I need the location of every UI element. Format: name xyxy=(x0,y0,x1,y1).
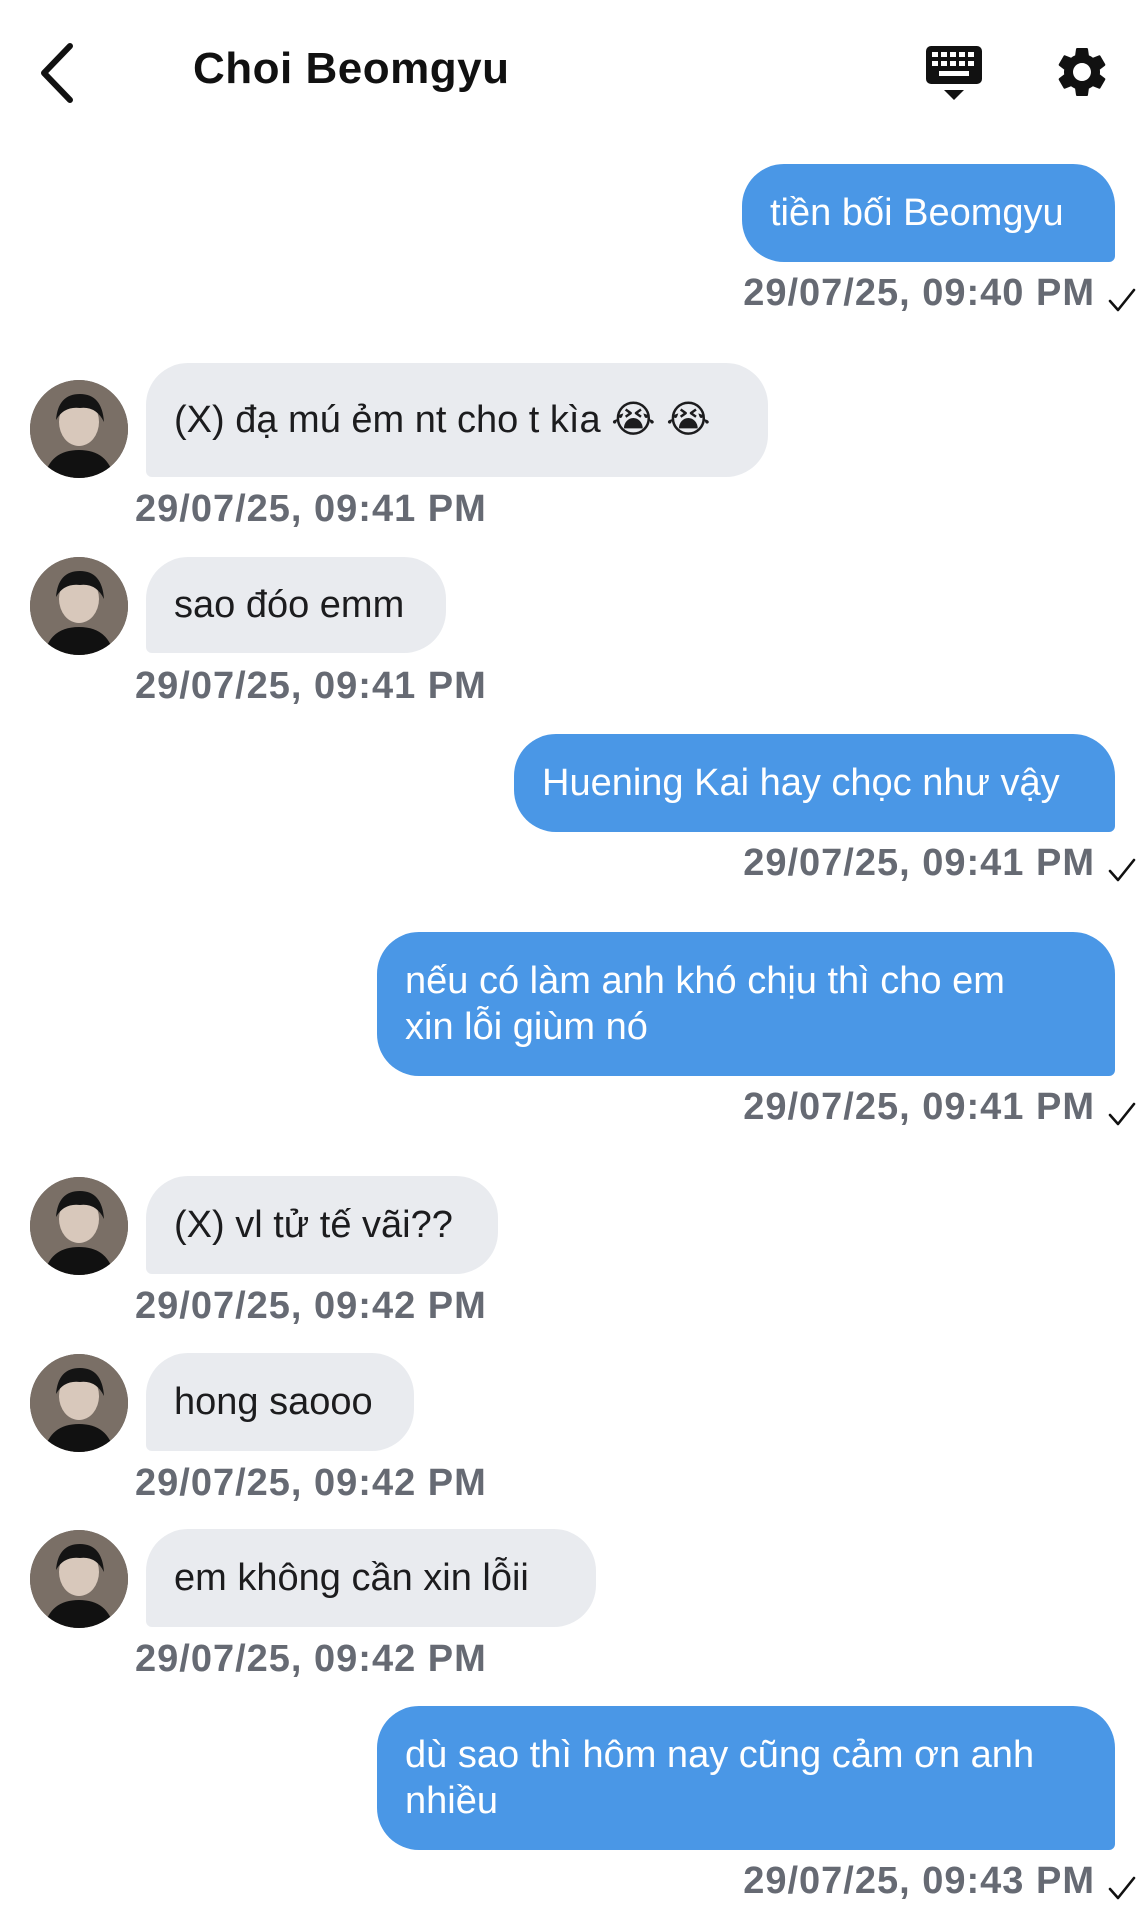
message-list: tiền bối Beomgyu 29/07/25, 09:40 PM (X) … xyxy=(0,0,1147,1920)
message-text: em không cần xin lỗii xyxy=(174,1557,529,1599)
message-text: (X) vl tử tế vãi?? xyxy=(174,1204,453,1246)
timestamp-text: 29/07/25, 09:41 PM xyxy=(135,665,487,707)
read-check-icon xyxy=(1108,288,1136,312)
message-timestamp: 29/07/25, 09:41 PM xyxy=(743,842,1095,885)
read-check-icon xyxy=(1108,858,1136,882)
outgoing-message-bubble[interactable]: Huening Kai hay chọc như vậy xyxy=(514,734,1115,832)
message-text: sao đóo emm xyxy=(174,584,405,626)
message-timestamp: 29/07/25, 09:42 PM xyxy=(135,1462,487,1505)
timestamp-text: 29/07/25, 09:43 PM xyxy=(743,1860,1095,1902)
timestamp-text: 29/07/25, 09:42 PM xyxy=(135,1285,487,1327)
avatar-image xyxy=(30,1530,128,1628)
message-timestamp: 29/07/25, 09:41 PM xyxy=(135,665,487,708)
incoming-message-bubble[interactable]: sao đóo emm xyxy=(146,557,446,653)
message-text: tiền bối Beomgyu xyxy=(770,192,1064,234)
incoming-message-bubble[interactable]: hong saooo xyxy=(146,1353,414,1451)
avatar-image xyxy=(30,1354,128,1452)
outgoing-message-bubble[interactable]: tiền bối Beomgyu xyxy=(742,164,1115,262)
avatar-image xyxy=(30,557,128,655)
outgoing-message-bubble[interactable]: nếu có làm anh khó chịu thì cho em xin l… xyxy=(377,932,1115,1076)
timestamp-text: 29/07/25, 09:42 PM xyxy=(135,1638,487,1680)
message-timestamp: 29/07/25, 09:42 PM xyxy=(135,1638,487,1681)
avatar[interactable] xyxy=(30,1177,128,1275)
read-check-icon xyxy=(1108,1102,1136,1126)
timestamp-text: 29/07/25, 09:42 PM xyxy=(135,1462,487,1504)
message-text: Huening Kai hay chọc như vậy xyxy=(542,762,1060,804)
message-text: dù sao thì hôm nay cũng cảm ơn anh nhiều xyxy=(405,1734,1035,1822)
message-timestamp: 29/07/25, 09:40 PM xyxy=(743,272,1095,315)
avatar-image xyxy=(30,1177,128,1275)
avatar[interactable] xyxy=(30,1354,128,1452)
message-timestamp: 29/07/25, 09:41 PM xyxy=(135,488,487,531)
incoming-message-bubble[interactable]: em không cần xin lỗii xyxy=(146,1529,596,1627)
incoming-message-bubble[interactable]: (X) đạ mú ẻm nt cho t kìa 😭 😭 xyxy=(146,363,768,477)
message-timestamp: 29/07/25, 09:41 PM xyxy=(743,1086,1095,1129)
timestamp-text: 29/07/25, 09:40 PM xyxy=(743,272,1095,314)
message-text: (X) đạ mú ẻm nt cho t kìa 😭 😭 xyxy=(174,399,711,441)
avatar-image xyxy=(30,380,128,478)
message-text: hong saooo xyxy=(174,1381,373,1423)
incoming-message-bubble[interactable]: (X) vl tử tế vãi?? xyxy=(146,1176,498,1274)
avatar[interactable] xyxy=(30,380,128,478)
outgoing-message-bubble[interactable]: dù sao thì hôm nay cũng cảm ơn anh nhiều xyxy=(377,1706,1115,1850)
timestamp-text: 29/07/25, 09:41 PM xyxy=(743,1086,1095,1128)
message-timestamp: 29/07/25, 09:42 PM xyxy=(135,1285,487,1328)
timestamp-text: 29/07/25, 09:41 PM xyxy=(743,842,1095,884)
avatar[interactable] xyxy=(30,557,128,655)
message-timestamp: 29/07/25, 09:43 PM xyxy=(743,1860,1095,1903)
avatar[interactable] xyxy=(30,1530,128,1628)
message-text: nếu có làm anh khó chịu thì cho em xin l… xyxy=(405,960,1005,1048)
timestamp-text: 29/07/25, 09:41 PM xyxy=(135,488,487,530)
read-check-icon xyxy=(1108,1876,1136,1900)
chat-screen: Choi Beomgyu tiền bối Beomgyu 29/07/25, … xyxy=(0,0,1147,1920)
